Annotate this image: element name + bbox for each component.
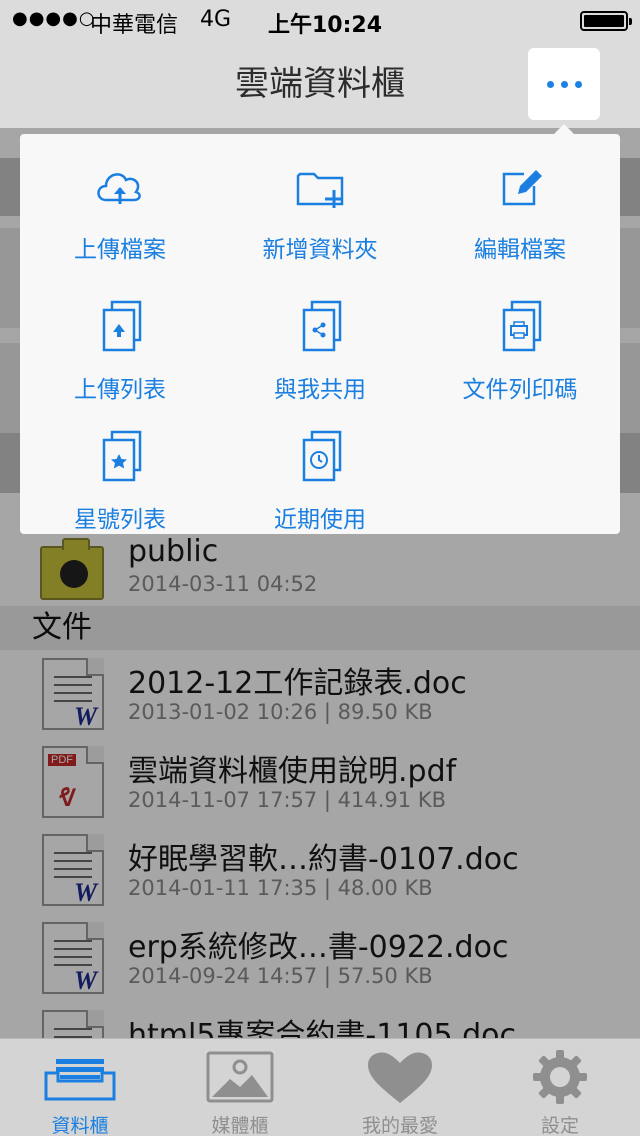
battery-icon <box>580 11 632 31</box>
menu-label: 新增資料夾 <box>262 237 378 263</box>
tab-label: 設定 <box>540 1115 579 1136</box>
menu-upload-list[interactable]: 上傳列表 <box>20 284 220 414</box>
carrier-name: 中華電信 <box>90 13 179 38</box>
nav-bar: 雲端資料櫃 <box>0 40 640 128</box>
recent-icon <box>302 430 342 482</box>
menu-label: 上傳檔案 <box>74 237 166 263</box>
more-dot-icon <box>560 80 568 88</box>
status-bar: ●●●●○ 中華電信 4G 上午10:24 <box>0 0 640 40</box>
heart-icon <box>368 1052 432 1103</box>
tab-media[interactable]: 媒體櫃 <box>160 1039 320 1136</box>
menu-upload-file[interactable]: 上傳檔案 <box>20 144 220 274</box>
signal-strength: ●●●●○ <box>12 8 96 29</box>
more-dot-icon <box>546 80 554 88</box>
tab-label: 資料櫃 <box>51 1115 109 1136</box>
tab-cabinet[interactable]: 資料櫃 <box>0 1039 160 1136</box>
starred-list-icon <box>102 430 142 482</box>
menu-print-code[interactable]: 文件列印碼 <box>420 284 620 414</box>
tab-label: 媒體櫃 <box>211 1115 269 1136</box>
menu-edit-file[interactable]: 編輯檔案 <box>420 144 620 274</box>
menu-label: 上傳列表 <box>74 377 166 403</box>
menu-label: 文件列印碼 <box>462 377 578 403</box>
menu-label: 近期使用 <box>274 507 366 533</box>
menu-recent[interactable]: 近期使用 <box>220 414 420 544</box>
cabinet-icon <box>44 1059 116 1101</box>
more-menu-button[interactable] <box>528 48 600 120</box>
new-folder-icon <box>296 172 344 208</box>
print-code-icon <box>502 300 542 352</box>
edit-file-icon <box>502 170 542 206</box>
tab-label: 我的最愛 <box>361 1115 438 1136</box>
media-icon <box>206 1051 274 1103</box>
tab-favorites[interactable]: 我的最愛 <box>320 1039 480 1136</box>
cloud-upload-icon <box>97 173 141 204</box>
upload-list-icon <box>102 300 142 352</box>
shared-with-me-icon <box>302 300 342 352</box>
network-type: 4G <box>200 7 232 32</box>
menu-label: 編輯檔案 <box>474 237 566 263</box>
tab-bar: 資料櫃 媒體櫃 我的最愛 設定 <box>0 1038 640 1136</box>
clock: 上午10:24 <box>268 13 383 38</box>
gear-icon <box>533 1050 587 1104</box>
actions-popover: 上傳檔案 新增資料夾 編輯檔案 上傳列表 與我共用 文件列印碼 星號列表 近期使… <box>20 134 620 534</box>
menu-label: 與我共用 <box>274 377 366 403</box>
tab-settings[interactable]: 設定 <box>480 1039 640 1136</box>
menu-label: 星號列表 <box>74 507 166 533</box>
menu-new-folder[interactable]: 新增資料夾 <box>220 144 420 274</box>
menu-shared-with-me[interactable]: 與我共用 <box>220 284 420 414</box>
more-dot-icon <box>574 80 582 88</box>
menu-starred-list[interactable]: 星號列表 <box>20 414 220 544</box>
popover-arrow <box>554 124 574 134</box>
